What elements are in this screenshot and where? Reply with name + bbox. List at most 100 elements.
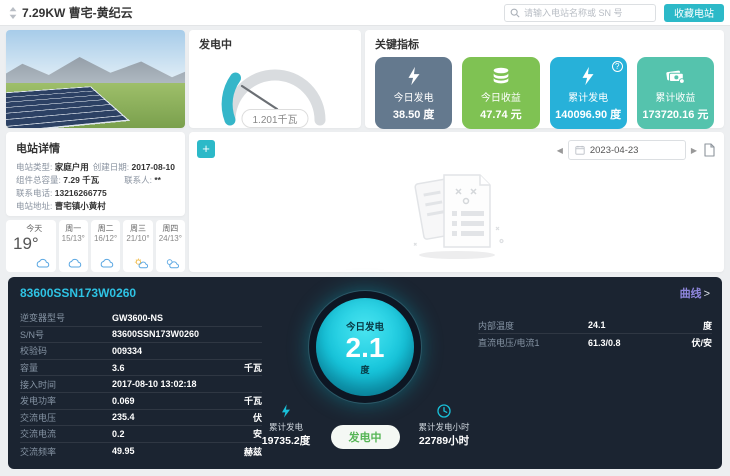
gauge-value-pill: 1.201千瓦	[241, 109, 308, 128]
details-title: 电站详情	[16, 140, 175, 156]
gauge-label: 今日发电	[346, 319, 384, 333]
kpi-title: 关键指标	[375, 36, 714, 52]
weather-forecast: 今天 19° 周一 15/13° 周二 16/12° 周三 21/10° 周四 …	[6, 220, 185, 272]
row-label: 交流频率	[20, 445, 112, 458]
table-row: 直流电压/电流161.3/0.8伏/安	[478, 334, 712, 351]
kpi-label: 累计收益	[655, 89, 695, 104]
daily-chart-panel: + ◀ 2023-04-23 ▶	[189, 132, 724, 272]
weather-temp: 19°	[13, 234, 39, 254]
details-row: 电站地址: 曹宅镇小黄村	[16, 200, 175, 213]
table-row: 交流电流0.2安	[20, 426, 262, 443]
row-label: 校验码	[20, 344, 112, 357]
row-value: 49.95	[112, 446, 232, 456]
cloud-icon	[99, 257, 116, 270]
weather-day-label: 周三	[130, 223, 146, 234]
gauge-unit: 度	[360, 363, 369, 376]
row-value: GW3600-NS	[112, 313, 232, 323]
row-label: 交流电压	[20, 411, 112, 424]
row-unit: 度	[682, 319, 712, 332]
row-value: 0.2	[112, 429, 232, 439]
stat-label: 累计发电	[269, 421, 303, 433]
field-value: **	[154, 175, 161, 185]
row-unit: 千瓦	[232, 361, 262, 374]
weather-day-label: 周四	[162, 223, 178, 234]
stat-label: 累计发电小时	[418, 421, 469, 433]
kpi-value: 38.50 度	[393, 106, 435, 122]
weather-temp: 16/12°	[94, 234, 117, 243]
help-icon[interactable]: ?	[612, 61, 623, 72]
sun-cloud-icon	[132, 257, 149, 270]
chevron-right-icon: >	[704, 288, 710, 300]
kpi-label: 今日发电	[394, 89, 434, 104]
field-label: 联系电话:	[16, 188, 52, 198]
table-row: 交流频率49.95赫兹	[20, 443, 262, 460]
gauge-value: 2.1	[346, 333, 385, 363]
weather-temp: 24/13°	[159, 234, 182, 243]
row-value: 009334	[112, 346, 232, 356]
field-value: 2017-08-10	[132, 162, 175, 172]
station-search-box[interactable]	[504, 4, 656, 22]
weather-day: 周二 16/12°	[91, 220, 120, 272]
station-photo	[6, 30, 185, 128]
curve-link-label: 曲线	[680, 288, 702, 300]
row-value: 2017-08-10 13:02:18	[112, 379, 232, 389]
row-label: 交流电流	[20, 427, 112, 440]
weather-day-label: 今天	[26, 223, 42, 234]
details-row: 组件总容量: 7.29 千瓦 联系人: **	[16, 174, 175, 187]
generating-status-button[interactable]: 发电中	[331, 425, 400, 449]
collapse-icon[interactable]	[8, 7, 18, 19]
part-cloud-icon	[164, 257, 181, 270]
favorite-station-button[interactable]: 收藏电站	[664, 4, 724, 22]
table-row: 发电功率0.069千瓦	[20, 393, 262, 410]
kpi-value: 173720.16 元	[642, 106, 708, 122]
weather-day: 周一 15/13°	[59, 220, 88, 272]
top-header: 7.29KW 曹宅-黄纪云 收藏电站	[0, 0, 730, 26]
stat-value: 19735.2度	[262, 433, 310, 448]
field-label: 电站地址:	[16, 201, 52, 211]
lightning-icon	[403, 65, 425, 87]
power-gauge: 1.201千瓦	[200, 52, 350, 130]
row-label: 容量	[20, 361, 112, 374]
power-gauge-card: 发电中 1.201千瓦	[189, 30, 361, 128]
row-value: 83600SSN173W0260	[112, 329, 232, 339]
weather-today: 今天 19°	[6, 220, 56, 272]
lightning-icon	[577, 65, 599, 87]
weather-day: 周三 21/10°	[123, 220, 152, 272]
kpi-today-generation: 今日发电 38.50 度	[375, 57, 452, 129]
kpi-total-income: 累计收益 173720.16 元	[637, 57, 714, 129]
weather-temp: 21/10°	[126, 234, 149, 243]
row-label: 直流电压/电流1	[478, 336, 588, 349]
row-label: 逆变器型号	[20, 311, 112, 324]
stat-value: 22789小时	[419, 433, 469, 448]
table-row: 校验码009334	[20, 343, 262, 360]
total-hours-stat: 累计发电小时 22789小时	[408, 403, 480, 448]
field-value: 7.29 千瓦	[63, 175, 99, 185]
weather-day: 周四 24/13°	[156, 220, 185, 272]
kpi-value: 140096.90 度	[555, 106, 621, 122]
kpi-today-income: 今日收益 47.74 元	[462, 57, 539, 129]
row-label: 接入时间	[20, 378, 112, 391]
row-unit: 伏/安	[682, 336, 712, 349]
weather-day-label: 周一	[65, 223, 81, 234]
table-row: 交流电压235.4伏	[20, 410, 262, 427]
clock-icon	[436, 403, 452, 419]
kpi-label: 累计发电	[568, 89, 608, 104]
row-label: S/N号	[20, 328, 112, 341]
field-value: 13216266775	[55, 188, 107, 198]
inverter-right-table: 内部温度24.1度 直流电压/电流161.3/0.8伏/安	[478, 317, 712, 351]
row-value: 3.6	[112, 363, 232, 373]
cloud-icon	[67, 257, 84, 270]
field-label: 电站类型:	[16, 162, 52, 172]
kpi-label: 今日收益	[481, 89, 521, 104]
curve-link[interactable]: 曲线>	[680, 285, 710, 301]
total-generation-stat: 累计发电 19735.2度	[250, 403, 322, 448]
cash-icon	[664, 65, 686, 87]
coins-icon	[490, 65, 512, 87]
empty-state	[189, 154, 724, 272]
kpi-total-generation: ? 累计发电 140096.90 度	[550, 57, 627, 129]
search-input[interactable]	[524, 8, 650, 18]
table-row: S/N号83600SSN173W0260	[20, 327, 262, 344]
field-label: 联系人:	[124, 175, 152, 185]
key-indicators-card: 关键指标 今日发电 38.50 度 今日收益 47.74 元 ? 累计发电 14…	[365, 30, 724, 128]
inverter-sn-tab[interactable]: 83600SSN173W0260	[20, 286, 136, 300]
